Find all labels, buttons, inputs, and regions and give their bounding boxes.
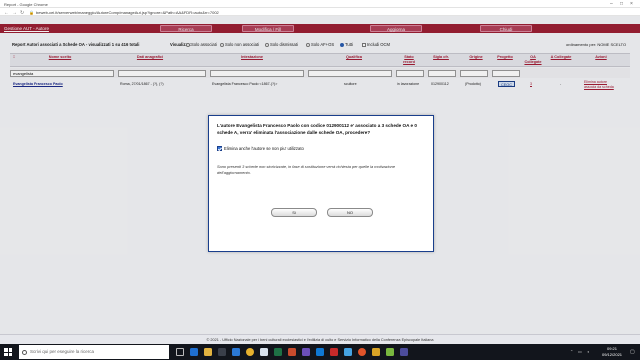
onenote-icon[interactable] xyxy=(400,348,408,356)
task-view-icon[interactable] xyxy=(176,348,184,356)
taskbar-search-input[interactable]: Scrivi qui per eseguire la ricerca xyxy=(19,345,169,359)
clock-date: 09/12/2021 xyxy=(602,351,623,357)
word-icon[interactable] xyxy=(260,348,268,356)
windows-taskbar: Scrivi qui per eseguire la ricerca ⌃ ▭ ◖… xyxy=(0,344,640,360)
windows-start-icon[interactable] xyxy=(4,348,12,356)
dialog-info: Sono presenti 3 schede non storicizzate,… xyxy=(217,164,395,175)
elimina-autore-checkbox[interactable]: Elimina anche l'autore se non piu' utili… xyxy=(217,146,304,151)
chrome-icon[interactable] xyxy=(246,348,254,356)
close-window-icon[interactable]: × xyxy=(630,1,633,7)
forward-icon[interactable]: → xyxy=(12,10,17,16)
dialog-no-button[interactable]: NO xyxy=(327,208,373,217)
elimina-autore-checkbox-label: Elimina anche l'autore se non piu' utili… xyxy=(224,146,304,151)
edge-icon[interactable] xyxy=(190,348,198,356)
url-text[interactable]: beweb-cei.it/serverweb/maneggio/AutoreCo… xyxy=(36,10,219,15)
volume-icon[interactable]: ◖ xyxy=(587,349,589,354)
acrobat-icon[interactable] xyxy=(330,348,338,356)
taskbar-clock[interactable]: 09:21 09/12/2021 xyxy=(602,346,622,357)
excel-icon[interactable] xyxy=(274,348,282,356)
file-explorer-icon[interactable] xyxy=(204,348,212,356)
browser-tab-title: Report - Google Chrome xyxy=(4,1,48,7)
address-bar[interactable]: ← → ↻ 🔒 beweb-cei.it/serverweb/maneggio/… xyxy=(0,8,640,16)
confirm-dialog: L'autore Evangelista Francesco Paolo con… xyxy=(208,115,434,252)
checkbox-checked-icon[interactable] xyxy=(217,146,222,151)
notes-icon[interactable] xyxy=(372,348,380,356)
back-icon[interactable]: ← xyxy=(4,10,9,16)
maximize-icon[interactable]: □ xyxy=(620,1,623,7)
tray-chevron-icon[interactable]: ⌃ xyxy=(570,349,573,354)
app-icon[interactable] xyxy=(386,348,394,356)
dialog-si-button[interactable]: Si xyxy=(271,208,317,217)
outlook-icon[interactable] xyxy=(316,348,324,356)
network-icon[interactable]: ▭ xyxy=(578,349,582,354)
lock-icon: 🔒 xyxy=(29,10,34,15)
teams-icon[interactable] xyxy=(302,348,310,356)
minimize-icon[interactable]: – xyxy=(610,1,613,7)
remote-desktop-icon[interactable] xyxy=(344,348,352,356)
search-icon xyxy=(22,349,27,355)
page-footer: © 2021 - Ufficio Nazionale per i beni cu… xyxy=(0,334,640,344)
firefox-icon[interactable] xyxy=(358,348,366,356)
page: Gestione AUT - Autore Ricerca Modifica /… xyxy=(0,16,640,344)
notification-icon[interactable]: ▢ xyxy=(630,349,635,355)
powerpoint-icon[interactable] xyxy=(288,348,296,356)
browser-titlebar: Report - Google Chrome – □ × xyxy=(0,0,640,8)
store-icon[interactable] xyxy=(218,348,226,356)
dialog-message: L'autore Evangelista Francesco Paolo con… xyxy=(217,123,417,135)
reload-icon[interactable]: ↻ xyxy=(20,10,24,16)
mail-icon[interactable] xyxy=(232,348,240,356)
